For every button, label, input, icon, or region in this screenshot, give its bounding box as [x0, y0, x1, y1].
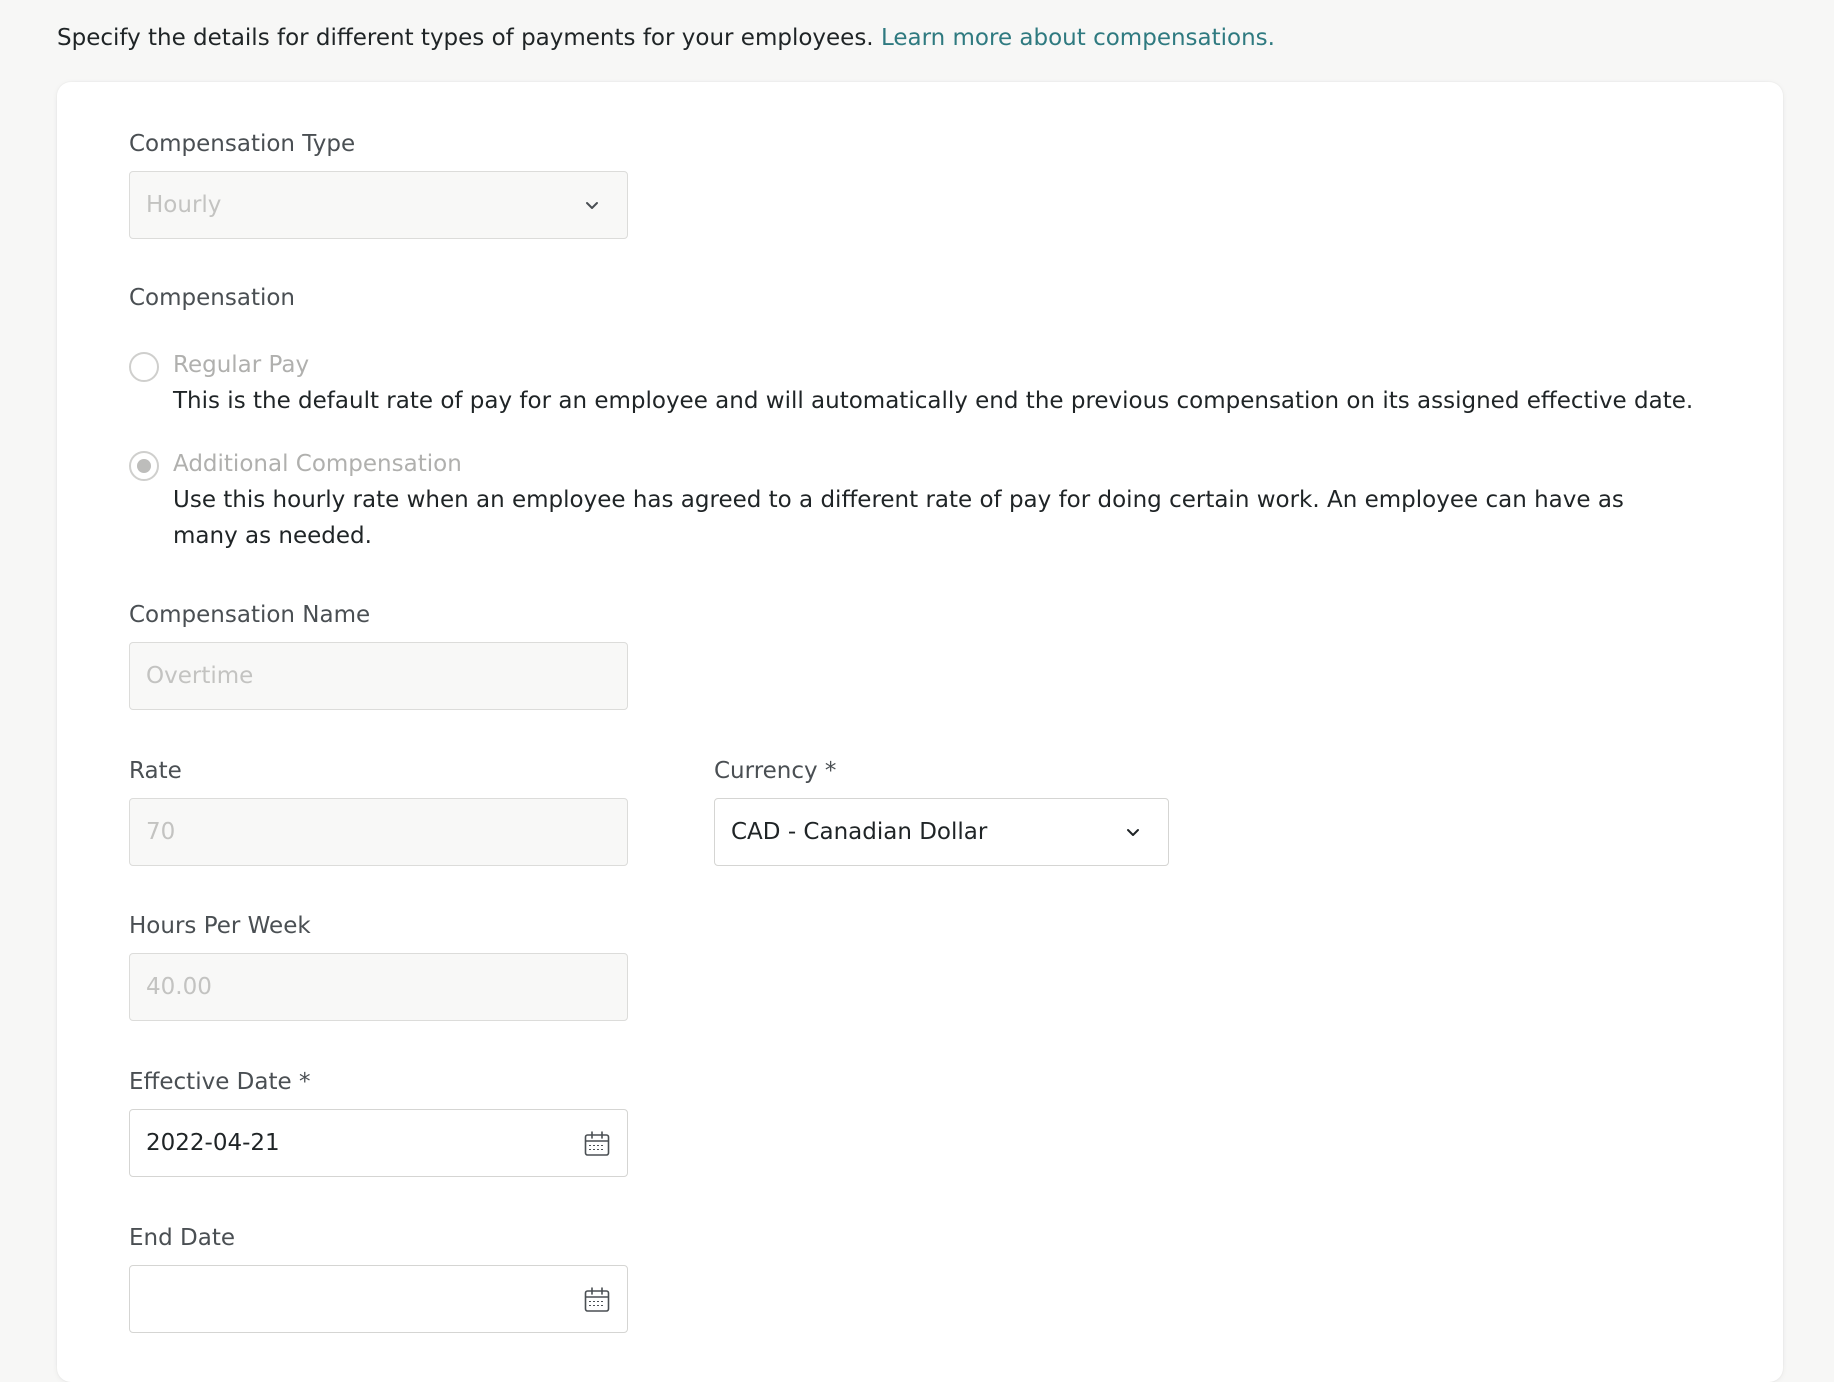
- compensation-label: Compensation: [129, 285, 295, 311]
- compensation-name-input[interactable]: Overtime: [129, 642, 628, 710]
- calendar-icon[interactable]: [583, 1130, 611, 1158]
- currency-select[interactable]: CAD - Canadian Dollar: [714, 798, 1169, 866]
- calendar-icon[interactable]: [583, 1286, 611, 1314]
- additional-compensation-title: Additional Compensation: [173, 451, 462, 477]
- compensation-type-select[interactable]: Hourly: [129, 171, 628, 239]
- compensation-type-value: Hourly: [146, 192, 222, 218]
- compensation-form-card: Compensation Type Hourly Compensation Re…: [57, 82, 1783, 1382]
- intro-description: Specify the details for different types …: [57, 25, 874, 51]
- regular-pay-radio[interactable]: [129, 352, 159, 382]
- additional-compensation-radio[interactable]: [129, 451, 159, 481]
- chevron-down-icon: [586, 202, 598, 209]
- regular-pay-title: Regular Pay: [173, 352, 310, 378]
- currency-value: CAD - Canadian Dollar: [731, 819, 988, 845]
- regular-pay-description: This is the default rate of pay for an e…: [173, 388, 1694, 414]
- compensation-type-label: Compensation Type: [129, 131, 356, 157]
- hours-per-week-placeholder: 40.00: [146, 974, 212, 1000]
- intro-text: Specify the details for different types …: [57, 20, 1275, 56]
- end-date-label: End Date: [129, 1225, 235, 1251]
- compensation-name-placeholder: Overtime: [146, 663, 254, 689]
- effective-date-value: 2022-04-21: [146, 1130, 280, 1156]
- effective-date-label: Effective Date *: [129, 1069, 311, 1095]
- end-date-input[interactable]: [129, 1265, 628, 1333]
- currency-label: Currency *: [714, 758, 837, 784]
- compensation-name-label: Compensation Name: [129, 602, 371, 628]
- rate-label: Rate: [129, 758, 182, 784]
- hours-per-week-label: Hours Per Week: [129, 913, 311, 939]
- rate-placeholder: 70: [146, 819, 176, 845]
- chevron-down-icon: [1127, 829, 1139, 836]
- additional-compensation-description: Use this hourly rate when an employee ha…: [173, 487, 1624, 549]
- hours-per-week-input[interactable]: 40.00: [129, 953, 628, 1021]
- effective-date-input[interactable]: 2022-04-21: [129, 1109, 628, 1177]
- learn-more-link[interactable]: Learn more about compensations.: [881, 25, 1275, 51]
- rate-input[interactable]: 70: [129, 798, 628, 866]
